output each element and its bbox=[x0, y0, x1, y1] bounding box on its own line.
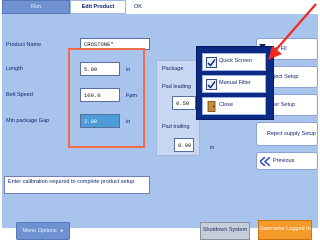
manual-check-icon bbox=[206, 79, 217, 90]
min-gap-field[interactable]: 2.00 bbox=[80, 114, 120, 128]
belt-speed-field[interactable]: 100.0 bbox=[80, 88, 120, 102]
pad-trailing-field[interactable]: 0.00 bbox=[174, 138, 194, 152]
tab-edit-product[interactable]: Edit Product bbox=[70, 0, 126, 14]
product-name-label: Product Name bbox=[6, 42, 42, 48]
check-list-icon bbox=[206, 57, 217, 68]
length-label: Length bbox=[6, 66, 23, 72]
pad-trailing-unit: in bbox=[210, 145, 215, 151]
shutdown-system-button[interactable]: Shutdown System bbox=[200, 222, 250, 240]
reject-supply-setup-label: Reject supply Setup bbox=[267, 130, 316, 137]
screen: Run Edit Product OK Product Name CROSTON… bbox=[0, 0, 320, 246]
pad-trailing-label: Pad trailing bbox=[162, 124, 190, 130]
manual-filter-label: Manual Filter bbox=[219, 80, 251, 87]
min-gap-label: Min package Gap bbox=[6, 118, 50, 124]
close-door-icon bbox=[206, 101, 217, 112]
belt-speed-unit: Fpm bbox=[126, 93, 137, 99]
pad-leading-label: Pad leading bbox=[162, 84, 192, 90]
close-button[interactable]: Close bbox=[202, 97, 266, 115]
previous-label: Previous bbox=[273, 157, 295, 164]
package-label: Package bbox=[162, 66, 184, 72]
belt-speed-label: Belt Speed bbox=[6, 92, 33, 98]
logged-in-badge[interactable]: Username Logged In bbox=[258, 220, 312, 240]
chevron-right-icon: ▸ bbox=[60, 228, 64, 234]
double-chevron-left-icon bbox=[258, 156, 271, 167]
manual-filter-button[interactable]: Manual Filter bbox=[202, 75, 266, 93]
reject-supply-setup-button[interactable]: Reject supply Setup bbox=[256, 122, 318, 146]
status-message: Enter calibration required to complete p… bbox=[4, 176, 150, 194]
length-field[interactable]: 5.00 bbox=[80, 62, 120, 76]
red-arrow-annotation bbox=[268, 3, 317, 60]
quick-screen-button[interactable]: Quick Screen bbox=[202, 53, 266, 71]
min-gap-unit: in bbox=[126, 119, 131, 125]
menu-options-button[interactable]: Menu Options ▸ bbox=[16, 222, 70, 240]
menu-options-label: Menu Options bbox=[22, 228, 57, 234]
length-unit: in bbox=[126, 67, 131, 73]
previous-button[interactable]: Previous bbox=[256, 152, 318, 170]
close-label: Close bbox=[219, 102, 234, 109]
pad-leading-field[interactable]: 0.50 bbox=[172, 96, 196, 110]
tab-run[interactable]: Run bbox=[2, 0, 70, 14]
tab-ok[interactable]: OK bbox=[134, 0, 170, 14]
quick-screen-label: Quick Screen bbox=[219, 58, 253, 65]
